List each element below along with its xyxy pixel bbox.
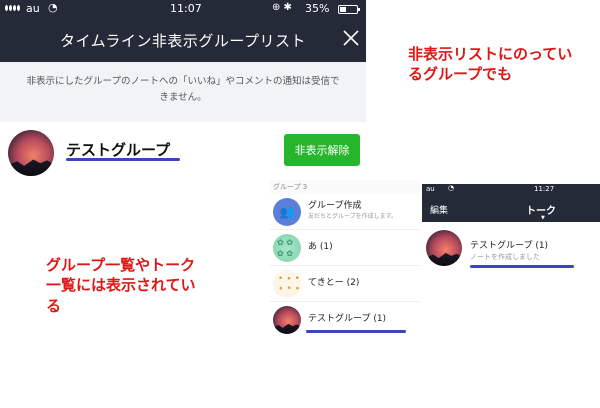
annotation-top-line-2: るグループでも bbox=[408, 65, 513, 84]
list-item-group[interactable]: あ (1) bbox=[270, 230, 420, 266]
annotation-bottom-line-2: 一覧には表示されてい bbox=[46, 276, 196, 295]
highlight-underline bbox=[66, 158, 180, 161]
list-item-create-group[interactable]: 👥 グループ作成 友だちとグループを作成します。 bbox=[270, 194, 420, 230]
annotation-bottom: グループ一覧やトーク 一覧には表示されてい る bbox=[46, 255, 196, 316]
highlight-underline bbox=[306, 330, 406, 333]
list-item-group[interactable]: てきとー (2) bbox=[270, 266, 420, 302]
list-item-label: テストグループ (1) bbox=[308, 314, 387, 324]
close-icon[interactable] bbox=[340, 27, 362, 49]
status-bar: au ◔ 11:07 ⊕ ✱ 35% bbox=[0, 0, 366, 18]
edit-button[interactable]: 編集 bbox=[430, 203, 448, 216]
chat-list-screen: au ◔ 11:27 編集 トーク ▼ テストグループ (1) ノートを作成しま… bbox=[422, 184, 600, 274]
wifi-icon: ◔ bbox=[448, 184, 455, 192]
carrier-label: au bbox=[426, 185, 435, 193]
group-name: テストグループ bbox=[66, 141, 171, 159]
chevron-down-icon: ▼ bbox=[541, 215, 545, 221]
battery-icon bbox=[338, 5, 360, 14]
nav-bar: タイムライン非表示グループリスト bbox=[0, 18, 366, 62]
chat-preview: ノートを作成しました bbox=[470, 253, 540, 261]
carrier-label: au bbox=[26, 2, 40, 15]
group-avatar bbox=[273, 270, 301, 298]
notice-line-2: きません。 bbox=[159, 92, 207, 103]
annotation-bottom-line-3: る bbox=[46, 296, 62, 315]
annotation-top: 非表示リストにのってい るグループでも bbox=[408, 44, 572, 85]
group-avatar bbox=[8, 130, 54, 176]
chat-name: テストグループ (1) bbox=[470, 241, 549, 251]
group-avatar bbox=[273, 234, 301, 262]
page-title: タイムライン非表示グループリスト bbox=[59, 32, 307, 50]
highlight-underline bbox=[470, 265, 574, 268]
group-list: グループ 3 👥 グループ作成 友だちとグループを作成します。 あ (1) てき… bbox=[270, 180, 420, 340]
wifi-icon: ◔ bbox=[48, 1, 58, 14]
notice-line-1: 非表示にしたグループのノートへの「いいね」やコメントの通知は受信で bbox=[26, 76, 340, 87]
status-time: 11:27 bbox=[534, 185, 555, 193]
group-avatar bbox=[273, 306, 301, 334]
unhide-button[interactable]: 非表示解除 bbox=[284, 134, 360, 166]
battery-percent: 35% bbox=[305, 2, 330, 15]
list-item-label: グループ作成 bbox=[308, 201, 362, 211]
signal-icon bbox=[5, 5, 20, 11]
group-avatar bbox=[426, 230, 462, 266]
nav-bar: 編集 トーク ▼ bbox=[422, 196, 600, 222]
status-time: 11:07 bbox=[170, 2, 202, 15]
list-item-sublabel: 友だちとグループを作成します。 bbox=[308, 213, 398, 220]
add-group-icon: 👥 bbox=[273, 198, 301, 226]
notification-notice: 非表示にしたグループのノートへの「いいね」やコメントの通知は受信で きません。 bbox=[0, 62, 366, 122]
list-item-label: あ (1) bbox=[308, 242, 333, 252]
lock-bluetooth-icon: ⊕ ✱ bbox=[272, 2, 292, 13]
annotation-top-line-1: 非表示リストにのってい bbox=[408, 45, 573, 63]
group-list-header: グループ 3 bbox=[270, 180, 420, 194]
status-bar: au ◔ 11:27 bbox=[422, 184, 600, 196]
annotation-bottom-line-1: グループ一覧やトーク bbox=[46, 256, 196, 274]
list-item-label: てきとー (2) bbox=[308, 278, 360, 288]
